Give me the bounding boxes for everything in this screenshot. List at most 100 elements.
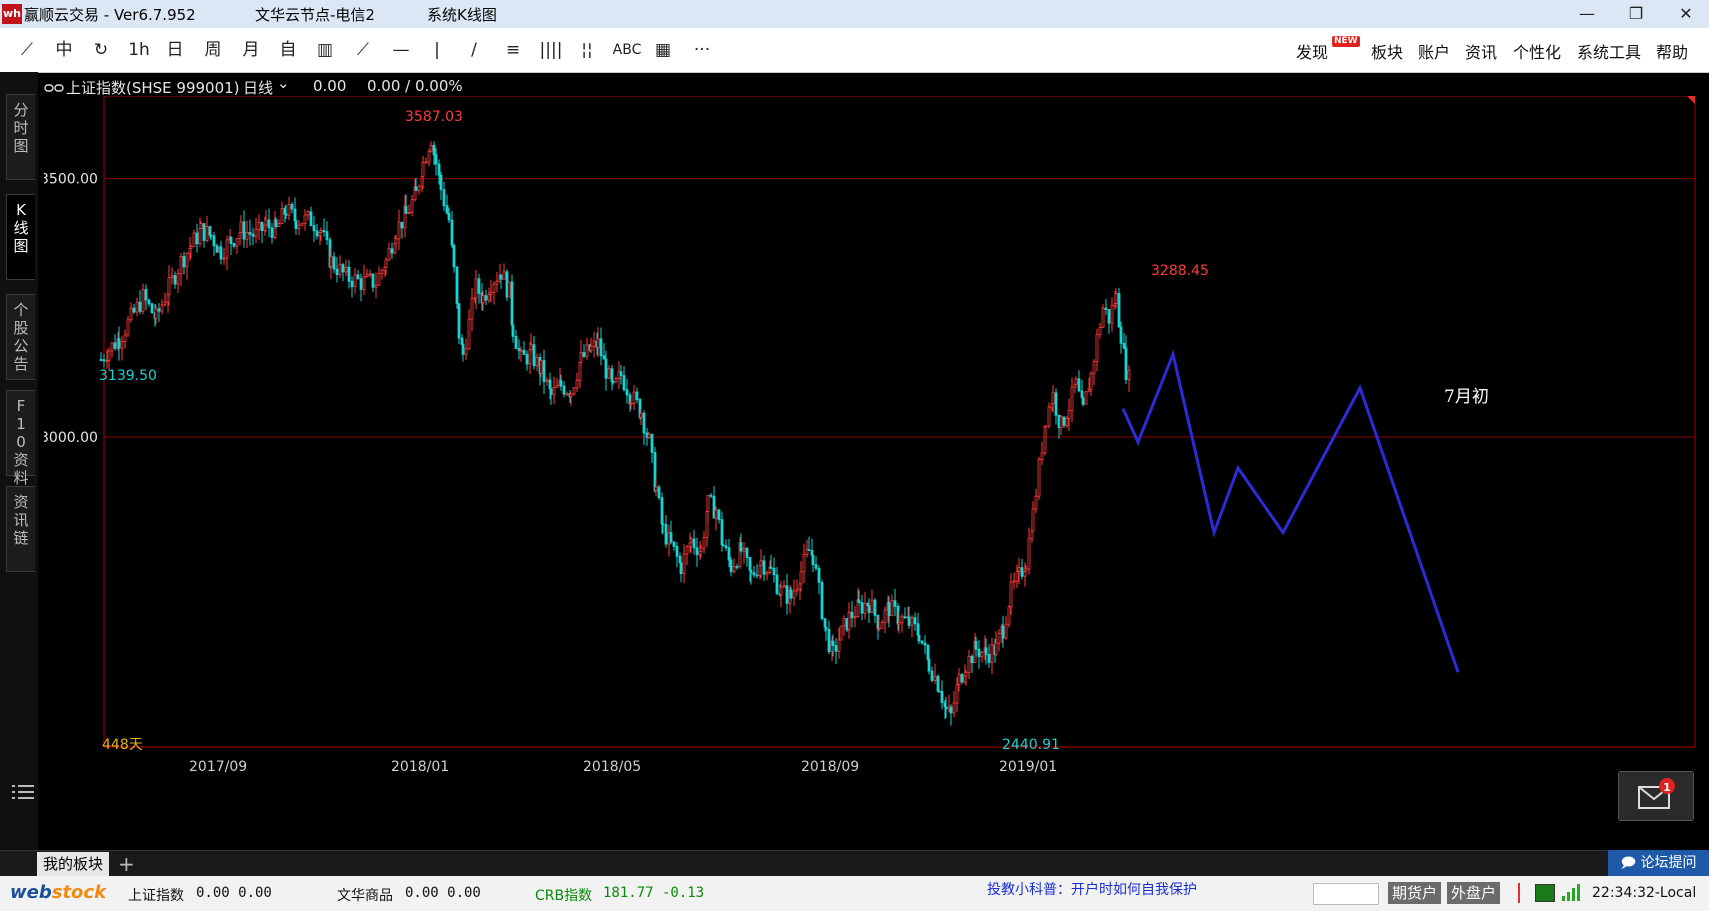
candle (792, 590, 796, 599)
fibonacci-tool-icon[interactable]: |||| (536, 38, 566, 62)
candle (853, 616, 857, 619)
tab-news-chain[interactable]: 资讯链 (6, 486, 35, 572)
candle (242, 221, 246, 240)
message-button[interactable]: 1 (1618, 771, 1694, 821)
candle (522, 349, 526, 355)
index3-name[interactable]: CRB指数 (535, 885, 592, 905)
period-day-button[interactable]: 日 (162, 38, 188, 62)
candle (549, 388, 553, 395)
horizontal-line-tool-icon[interactable]: — (388, 38, 414, 62)
restore-button[interactable]: ❐ (1614, 2, 1658, 26)
server-node[interactable]: 文华云节点-电信2 (255, 4, 375, 25)
channel-tool-icon[interactable]: ≡ (500, 38, 526, 62)
eraser-tool-icon[interactable]: ▦ (650, 38, 676, 62)
text-tool-button[interactable]: ABC (610, 38, 644, 62)
trendline-tool-icon[interactable]: ⟋ (350, 38, 376, 62)
menu-news[interactable]: 资讯 (1465, 39, 1497, 63)
index1-name[interactable]: 上证指数 (128, 885, 184, 905)
minimize-button[interactable]: — (1565, 2, 1609, 26)
link-icon[interactable] (44, 79, 64, 97)
candle (984, 647, 988, 655)
chevron-down-icon[interactable]: ⌄ (277, 74, 290, 92)
chart-frame (103, 95, 1696, 748)
period-month-button[interactable]: 月 (238, 38, 264, 62)
candle (1031, 508, 1035, 532)
candle (455, 266, 459, 304)
candle (309, 211, 313, 227)
candle (495, 280, 499, 285)
more-icon[interactable]: ··· (688, 38, 716, 62)
foreign-account-button[interactable]: 外盘户 (1447, 882, 1501, 904)
period-custom-button[interactable]: 自 (275, 38, 301, 62)
period-1h-button[interactable]: 1h (126, 38, 152, 62)
candle (202, 223, 206, 241)
candle (682, 553, 686, 575)
candle (445, 205, 449, 214)
menu-system-tools[interactable]: 系统工具 (1577, 39, 1641, 63)
line-chart-tool-icon[interactable]: ⟋ (14, 38, 40, 62)
period-week-button[interactable]: 周 (200, 38, 226, 62)
vertical-line-tool-icon[interactable]: | (424, 38, 450, 62)
period-line-tool-icon[interactable]: ¦¦ (574, 38, 600, 62)
candle (182, 256, 186, 268)
candle (887, 602, 891, 617)
menu-help[interactable]: 帮助 (1656, 39, 1688, 63)
candle (585, 344, 589, 357)
candle (870, 599, 874, 613)
menu-account[interactable]: 账户 (1418, 39, 1450, 63)
candle (384, 259, 388, 268)
candle (575, 379, 579, 389)
x-axis-label: 2018/01 (391, 759, 449, 775)
tab-my-sector[interactable]: 我的板块 (37, 852, 110, 876)
y-axis-label: 3500.00 (44, 172, 98, 188)
candle (837, 639, 841, 652)
tab-f10[interactable]: F10资料 (6, 390, 35, 487)
refresh-icon[interactable]: ↻ (88, 38, 114, 62)
candle (1065, 418, 1069, 426)
tab-kline[interactable]: K线图 (6, 194, 35, 280)
candle (225, 239, 229, 259)
candle (1020, 567, 1024, 577)
candle (1104, 307, 1108, 310)
tip-ticker[interactable]: 投教小科普：开户时如何自我保护 (987, 879, 1197, 899)
tab-label-char: 料 (13, 469, 29, 487)
candle (920, 640, 924, 644)
candle (107, 350, 111, 361)
list-menu-icon[interactable] (12, 784, 34, 804)
kline-chart[interactable]: 3500.00 3000.00 3587.03 3139.50 3288.45 … (40, 95, 1705, 826)
candle (484, 295, 488, 301)
candle (802, 554, 806, 573)
candle (604, 358, 608, 379)
candle (772, 567, 776, 576)
candle (525, 354, 529, 365)
menu-personalize[interactable]: 个性化 (1513, 39, 1561, 63)
ray-tool-icon[interactable]: ∕ (461, 38, 487, 62)
futures-account-button[interactable]: 期货户 (1388, 882, 1442, 904)
layout-icon[interactable]: ▥ (312, 38, 338, 62)
tab-announcements[interactable]: 个股公告 (6, 294, 35, 380)
symbol-name[interactable]: 上证指数(SHSE 999001) (66, 77, 240, 98)
period-select[interactable]: 日线 (243, 77, 273, 98)
tab-intraday[interactable]: 分时图 (6, 94, 35, 180)
search-input[interactable] (1313, 883, 1379, 905)
candle (1009, 581, 1013, 608)
candle-tool-icon[interactable]: 中 (51, 38, 77, 62)
candle (910, 617, 914, 626)
candle (368, 273, 372, 276)
forecast-line (1121, 349, 1460, 673)
tab-label-char: 图 (13, 237, 29, 255)
candle (461, 344, 465, 355)
candle (502, 271, 506, 280)
candle (287, 203, 291, 216)
candle (944, 706, 948, 710)
close-button[interactable]: ✕ (1664, 2, 1708, 26)
candle (1084, 391, 1088, 405)
svg-text:1: 1 (1663, 781, 1671, 794)
candle (284, 213, 288, 216)
menu-sector[interactable]: 板块 (1371, 39, 1403, 63)
candle (157, 308, 161, 312)
add-tab-button[interactable]: + (118, 852, 135, 876)
index2-name[interactable]: 文华商品 (337, 885, 393, 905)
menu-discover[interactable]: 发现 (1296, 39, 1328, 63)
forum-ask-button[interactable]: 🗩 论坛提问 (1608, 850, 1709, 876)
